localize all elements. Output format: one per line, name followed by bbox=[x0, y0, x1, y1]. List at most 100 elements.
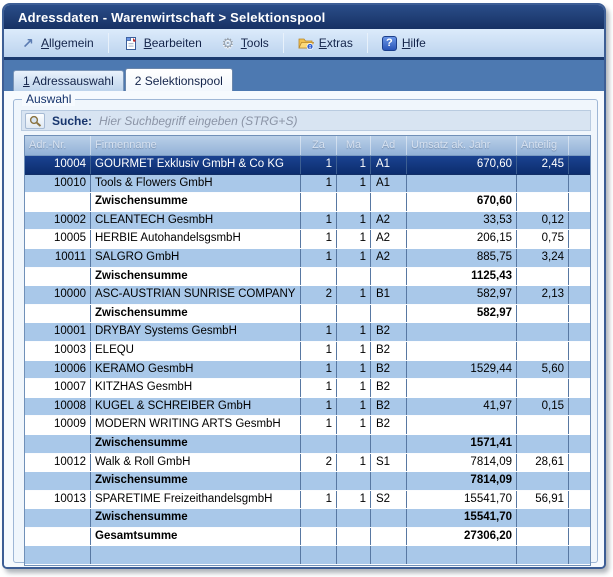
cell-anteilig bbox=[517, 323, 569, 341]
table-row-subtotal[interactable]: Zwischensumme582,97 bbox=[25, 305, 590, 324]
cell-ad: A2 bbox=[371, 212, 407, 230]
cell-umsatz: 1529,44 bbox=[407, 361, 517, 379]
table-row-subtotal[interactable]: Zwischensumme 1125,43 bbox=[25, 268, 590, 287]
column-header[interactable]: Ma bbox=[337, 136, 371, 155]
table-row[interactable]: 10013SPARETIME FreizeithandelsgmbH11S215… bbox=[25, 491, 590, 510]
cell-filler bbox=[569, 472, 590, 490]
cell-firmenname: KITZHAS GesmbH bbox=[91, 379, 301, 397]
cell-za: 1 bbox=[301, 398, 337, 416]
bearbeiten-button[interactable]: Bearbeiten bbox=[115, 32, 210, 54]
toolbar-divider bbox=[108, 33, 109, 53]
cell-filler bbox=[569, 435, 590, 453]
cell-firmenname: SPARETIME FreizeithandelsgmbH bbox=[91, 491, 301, 509]
search-input[interactable] bbox=[99, 114, 584, 128]
cell-umsatz bbox=[407, 342, 517, 360]
cell-anteilig bbox=[517, 472, 569, 490]
cell-umsatz bbox=[407, 175, 517, 193]
cell-umsatz: 7814,09 bbox=[407, 472, 517, 490]
allgemein-button-label: Allgemein bbox=[41, 36, 94, 50]
cell-firmenname: KUGEL & SCHREIBER GmbH bbox=[91, 398, 301, 416]
cell-za: 1 bbox=[301, 212, 337, 230]
cell-ma: 1 bbox=[337, 379, 371, 397]
extras-button[interactable]: Extras bbox=[290, 32, 361, 54]
cell-za: 1 bbox=[301, 249, 337, 267]
table-row[interactable]: 10001DRYBAY Systems GesmbH11B2 bbox=[25, 323, 590, 342]
cell-umsatz: 15541,70 bbox=[407, 509, 517, 527]
gears-icon: ⚙ bbox=[220, 35, 236, 51]
table-row[interactable]: 10008KUGEL & SCHREIBER GmbH11B241,970,15 bbox=[25, 398, 590, 417]
column-header[interactable]: Firmenname bbox=[91, 136, 301, 155]
cell-filler bbox=[569, 305, 590, 323]
extras-button-label: Extras bbox=[319, 36, 353, 50]
table-row[interactable]: 10000ASC-AUSTRIAN SUNRISE COMPANY21B1582… bbox=[25, 286, 590, 305]
cell-filler bbox=[569, 286, 590, 304]
table-row[interactable]: 10010Tools & Flowers GmbH11A1 bbox=[25, 175, 590, 194]
column-header[interactable]: Anteilig bbox=[517, 136, 569, 155]
cell-ma bbox=[337, 305, 371, 323]
table-row[interactable]: 10009MODERN WRITING ARTS GesmbH11B2 bbox=[25, 416, 590, 435]
cell-anteilig bbox=[517, 416, 569, 434]
cell-umsatz: 206,15 bbox=[407, 230, 517, 248]
search-label: Suche: bbox=[52, 114, 92, 128]
cell-za: 1 bbox=[301, 491, 337, 509]
cell-firmenname: Gesamtsumme bbox=[91, 528, 301, 546]
cell-ad bbox=[371, 193, 407, 211]
tab-adressauswahl[interactable]: 1 Adressauswahl bbox=[13, 70, 124, 91]
hilfe-button[interactable]: ? Hilfe bbox=[374, 33, 434, 54]
cell-ad bbox=[371, 546, 407, 564]
table-row[interactable]: 10002CLEANTECH GesmbH11A233,530,12 bbox=[25, 212, 590, 231]
cell-anteilig: 2,13 bbox=[517, 286, 569, 304]
cell-adr-nr: 10000 bbox=[25, 286, 91, 304]
cell-firmenname bbox=[91, 546, 301, 564]
cell-za bbox=[301, 193, 337, 211]
cell-anteilig bbox=[517, 435, 569, 453]
cell-anteilig: 28,61 bbox=[517, 454, 569, 472]
table-row-subtotal[interactable]: Zwischensumme7814,09 bbox=[25, 472, 590, 491]
window-title: Adressdaten - Warenwirtschaft > Selektio… bbox=[18, 10, 325, 25]
search-bar[interactable]: Suche: bbox=[21, 110, 591, 131]
cell-firmenname: Zwischensumme bbox=[91, 268, 301, 286]
cell-filler bbox=[569, 398, 590, 416]
auswahl-groupbox-label: Auswahl bbox=[22, 92, 75, 106]
toolbar-divider bbox=[367, 33, 368, 53]
table-row[interactable]: 10007KITZHAS GesmbH11B2 bbox=[25, 379, 590, 398]
cell-umsatz: 1125,43 bbox=[407, 268, 517, 286]
cell-firmenname: Zwischensumme bbox=[91, 193, 301, 211]
table-row[interactable]: 10011SALGRO GmbH11A2885,753,24 bbox=[25, 249, 590, 268]
cell-adr-nr: 10002 bbox=[25, 212, 91, 230]
column-header[interactable]: Za bbox=[301, 136, 337, 155]
table-row-subtotal[interactable]: Zwischensumme15541,70 bbox=[25, 509, 590, 528]
app-window: Adressdaten - Warenwirtschaft > Selektio… bbox=[2, 3, 606, 569]
cell-anteilig: 0,75 bbox=[517, 230, 569, 248]
auswahl-groupbox: Auswahl Suche: Adr.-Nr.FirmennameZaMaAdU… bbox=[13, 99, 598, 563]
table-row[interactable]: 10004GOURMET Exklusiv GmbH & Co KG11A167… bbox=[25, 156, 590, 175]
cell-ad bbox=[371, 528, 407, 546]
allgemein-button[interactable]: ↗ Allgemein bbox=[12, 32, 102, 54]
tab-strip: 1 Adressauswahl 2 Selektionspool bbox=[4, 60, 604, 91]
tab-selektionspool[interactable]: 2 Selektionspool bbox=[125, 68, 233, 91]
tools-button[interactable]: ⚙ Tools bbox=[212, 32, 277, 54]
table-row-total[interactable]: Gesamtsumme27306,20 bbox=[25, 528, 590, 547]
cell-ma bbox=[337, 268, 371, 286]
column-header[interactable] bbox=[569, 136, 590, 155]
cell-ad: B2 bbox=[371, 361, 407, 379]
cell-adr-nr bbox=[25, 193, 91, 211]
table-row-empty[interactable] bbox=[25, 546, 590, 565]
table-row-subtotal[interactable]: Zwischensumme670,60 bbox=[25, 193, 590, 212]
cell-filler bbox=[569, 268, 590, 286]
column-header[interactable]: Adr.-Nr. bbox=[25, 136, 91, 155]
column-header[interactable]: Umsatz ak. Jahr bbox=[407, 136, 517, 155]
cell-adr-nr: 10003 bbox=[25, 342, 91, 360]
table-body: 10004GOURMET Exklusiv GmbH & Co KG11A167… bbox=[25, 156, 590, 565]
cell-anteilig bbox=[517, 268, 569, 286]
title-bar: Adressdaten - Warenwirtschaft > Selektio… bbox=[4, 5, 604, 29]
table-row[interactable]: 10003ELEQU11B2 bbox=[25, 342, 590, 361]
table-row[interactable]: 10006KERAMO GesmbH11B21529,445,60 bbox=[25, 361, 590, 380]
cell-ma: 1 bbox=[337, 249, 371, 267]
cell-adr-nr: 10004 bbox=[25, 156, 91, 174]
table-row[interactable]: 10012Walk & Roll GmbH21S17814,0928,61 bbox=[25, 454, 590, 473]
table-row[interactable]: 10005HERBIE AutohandelsgsmbH11A2206,150,… bbox=[25, 230, 590, 249]
column-header[interactable]: Ad bbox=[371, 136, 407, 155]
table-row-subtotal[interactable]: Zwischensumme1571,41 bbox=[25, 435, 590, 454]
search-button[interactable] bbox=[25, 113, 45, 129]
